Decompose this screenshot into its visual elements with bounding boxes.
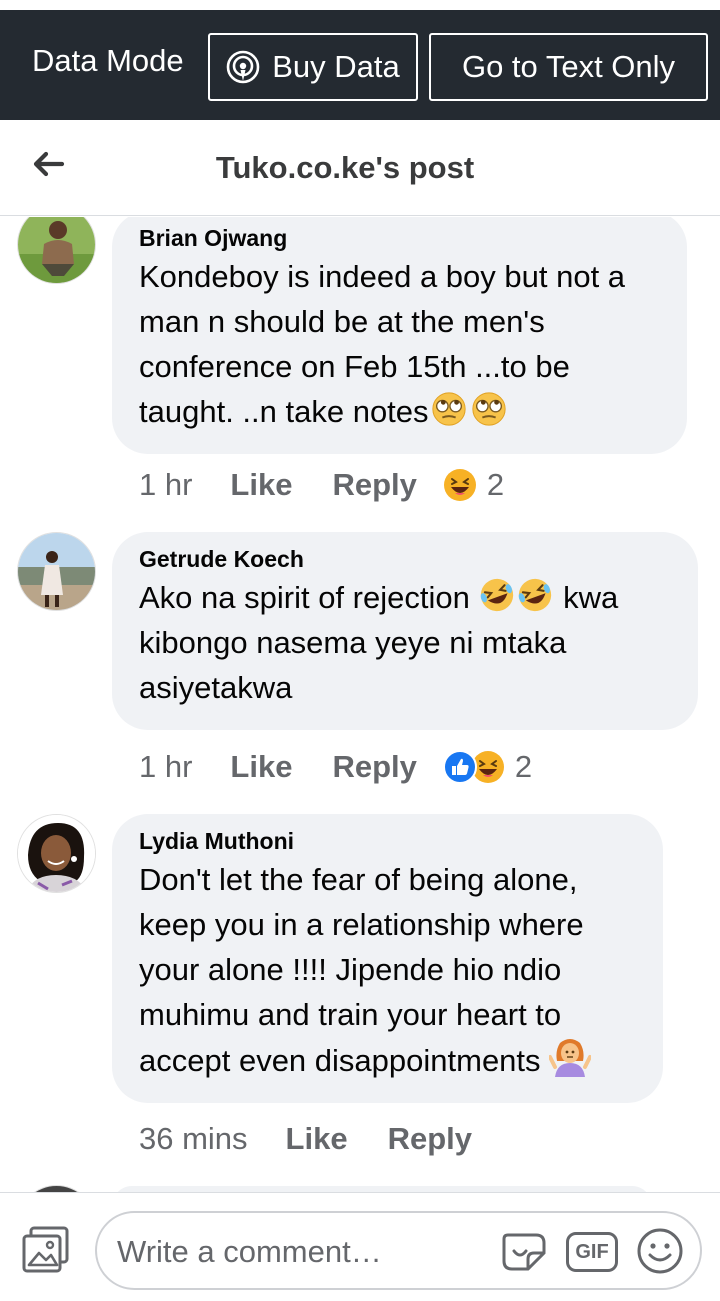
- like-button[interactable]: Like: [286, 1121, 348, 1157]
- like-button[interactable]: Like: [230, 749, 292, 785]
- rolling-eyes-emoji-icon: [471, 392, 506, 426]
- laughing-emoji-icon: [443, 469, 476, 501]
- avatar-photo: [18, 533, 95, 610]
- comment-timestamp[interactable]: 36 mins: [139, 1121, 248, 1157]
- comment-body: Don't let the fear of being alone, keep …: [139, 862, 584, 1078]
- reply-button[interactable]: Reply: [388, 1121, 472, 1157]
- comment-input[interactable]: Write a comment… GIF: [95, 1211, 702, 1290]
- photo-icon[interactable]: [20, 1225, 72, 1275]
- comment-text: Don't let the fear of being alone, keep …: [139, 857, 636, 1083]
- buy-data-label: Buy Data: [272, 49, 400, 84]
- avatar-photo: [18, 217, 95, 283]
- buy-data-button[interactable]: Buy Data: [208, 33, 418, 101]
- avatar[interactable]: [17, 814, 96, 893]
- comment-timestamp[interactable]: 1 hr: [139, 749, 192, 785]
- comment-author[interactable]: Lydia Muthoni: [139, 828, 636, 855]
- post-header: Tuko.co.ke's post: [0, 120, 720, 216]
- comment-timestamp[interactable]: 1 hr: [139, 467, 192, 503]
- comment-actions: 36 mins Like Reply: [139, 1121, 472, 1157]
- reply-button[interactable]: Reply: [332, 467, 416, 503]
- comments-feed[interactable]: Brian Ojwang Kondeboy is indeed a boy bu…: [0, 217, 720, 1192]
- reaction-count: 2: [514, 749, 533, 784]
- comment-input-placeholder: Write a comment…: [117, 1234, 382, 1269]
- comment-bubble[interactable]: Brian Ojwang Kondeboy is indeed a boy bu…: [112, 217, 687, 454]
- page-title: Tuko.co.ke's post: [215, 150, 475, 185]
- comment-composer: Write a comment… GIF: [0, 1192, 720, 1301]
- broadcast-icon: [226, 50, 260, 84]
- text-only-button[interactable]: Go to Text Only: [429, 33, 708, 101]
- reaction-count: 2: [486, 467, 505, 502]
- status-strip: [0, 0, 720, 10]
- comment-actions: 1 hr Like Reply 2: [139, 749, 532, 785]
- comment-text: Kondeboy is indeed a boy but not a man n…: [139, 254, 660, 434]
- rofl-emoji-icon: [519, 578, 552, 612]
- gif-label: GIF: [575, 1240, 609, 1263]
- comment-author[interactable]: Getrude Koech: [139, 546, 671, 573]
- shrugging-woman-emoji-icon: [549, 1039, 592, 1077]
- comment-bubble[interactable]: Getrude Koech Ako na spirit of rejection…: [112, 532, 698, 730]
- comment-bubble[interactable]: Lydia Muthoni Don't let the fear of bein…: [112, 814, 663, 1103]
- rolling-eyes-emoji-icon: [431, 392, 466, 426]
- comment-author[interactable]: Brian Ojwang: [139, 225, 660, 252]
- comment-body: Ako na spirit of rejection: [139, 580, 470, 615]
- data-mode-label: Data Mode: [32, 43, 184, 78]
- like-button[interactable]: Like: [230, 467, 292, 503]
- emoji-icon[interactable]: [636, 1227, 684, 1275]
- comment-actions: 1 hr Like Reply 2: [139, 467, 504, 503]
- data-mode-bar: Data Mode Buy Data Go to Text Only: [0, 10, 720, 120]
- reactions-summary[interactable]: 2: [443, 467, 504, 503]
- sticker-icon[interactable]: [498, 1229, 550, 1275]
- avatar[interactable]: [17, 1185, 96, 1192]
- reactions-summary[interactable]: 2: [442, 749, 533, 785]
- comment-body: Kondeboy is indeed a boy but not a man n…: [139, 259, 626, 429]
- rofl-emoji-icon: [481, 578, 514, 612]
- thumbs-up-icon: [442, 750, 477, 784]
- avatar-photo: [18, 815, 95, 892]
- text-only-label: Go to Text Only: [461, 49, 676, 84]
- avatar[interactable]: [17, 532, 96, 611]
- avatar[interactable]: [17, 217, 96, 284]
- reply-button[interactable]: Reply: [332, 749, 416, 785]
- gif-button[interactable]: GIF: [566, 1232, 618, 1272]
- comment-text: Ako na spirit of rejection kwa kibongo n…: [139, 575, 671, 710]
